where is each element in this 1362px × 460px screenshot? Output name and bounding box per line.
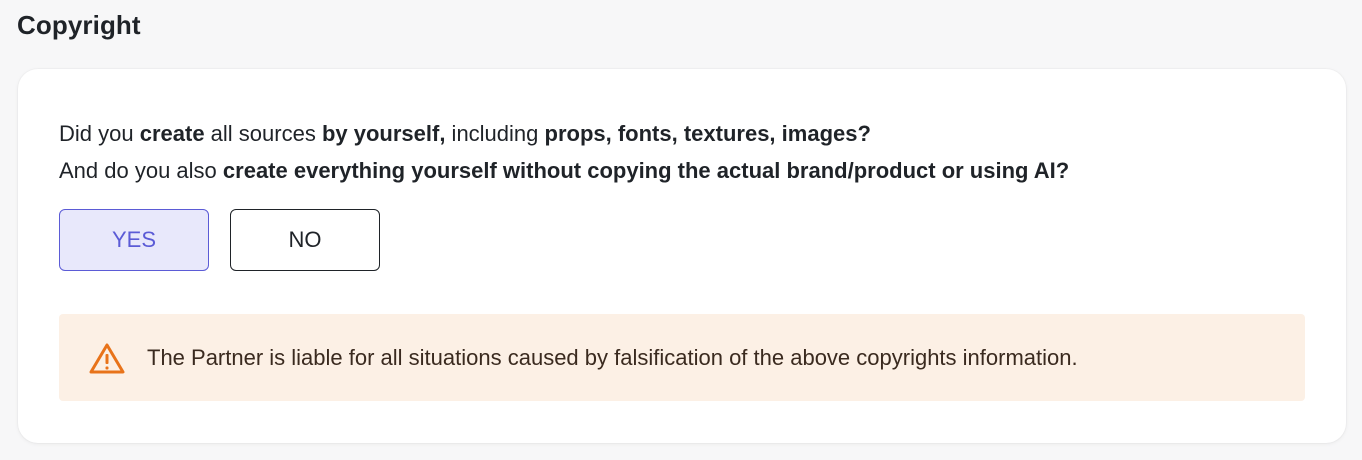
warning-banner: The Partner is liable for all situations… (59, 314, 1305, 401)
warning-text: The Partner is liable for all situations… (147, 344, 1078, 370)
question-line-2: And do you also create everything yourse… (59, 152, 1069, 189)
question-text: And do you also (59, 158, 223, 183)
question-emphasis: by yourself, (321, 121, 446, 146)
question-line-1: Did you create all sources by yourself, … (59, 115, 1069, 152)
warning-triangle-icon (89, 342, 125, 374)
question-text: Did you (59, 121, 140, 146)
question-text: including (445, 121, 545, 146)
no-button[interactable]: NO (230, 209, 380, 271)
section-title: Copyright (17, 10, 141, 40)
copyright-card: Did you create all sources by yourself, … (18, 69, 1346, 443)
yes-button[interactable]: YES (59, 209, 209, 271)
copyright-question: Did you create all sources by yourself, … (59, 115, 1069, 189)
question-emphasis: create everything yourself without copyi… (222, 158, 1070, 183)
question-text: all sources (204, 121, 322, 146)
question-emphasis: create (139, 121, 205, 146)
question-emphasis: props, fonts, textures, images? (544, 121, 871, 146)
